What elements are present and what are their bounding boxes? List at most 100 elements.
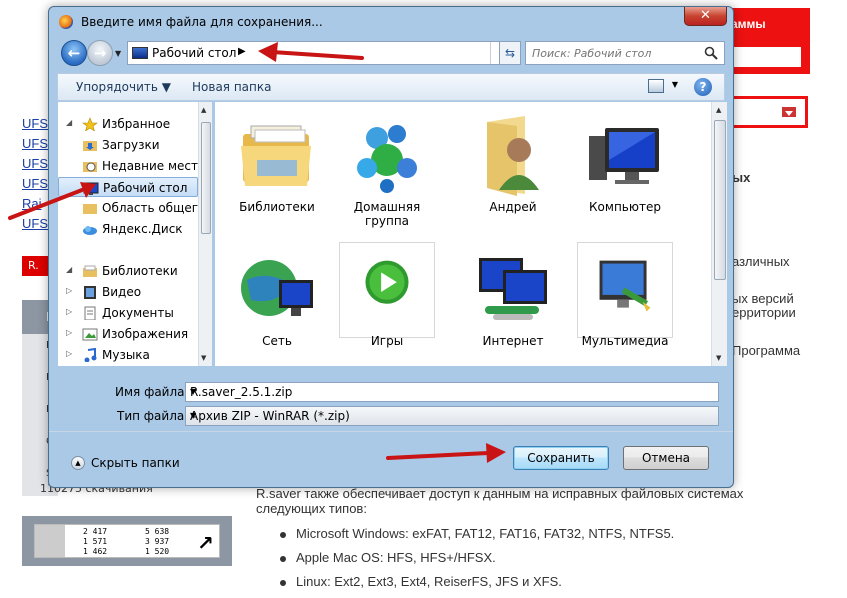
tree-item[interactable]: Недавние места [58,156,205,176]
stats-column-b: 5 638 3 937 1 520 [145,527,169,557]
site-link[interactable]: Rai [22,196,48,216]
stats-card: 2 417 1 571 1 462 5 638 3 937 1 520 ↗ [34,524,220,558]
tree-item[interactable]: Область общего [58,198,205,218]
view-dropdown-icon[interactable]: ▼ [672,80,678,89]
collapsed-arrow-icon[interactable]: ▷ [66,328,72,337]
scrollbar-thumb[interactable] [201,122,211,234]
tree-item[interactable]: ▷ Видео [58,282,198,302]
save-button[interactable]: Сохранить [513,446,609,470]
help-icon[interactable]: ? [694,78,712,96]
site-link[interactable]: UFS [22,216,48,236]
collapsed-arrow-icon[interactable]: ▷ [66,286,72,295]
file-item-multimedia[interactable]: Мультимедиа [577,242,673,362]
close-button[interactable]: ✕ [684,7,727,26]
desktop-icon [132,47,148,59]
cancel-button[interactable]: Отмена [623,446,709,470]
arrow-diagonal-icon: ↗ [197,531,214,555]
search-input[interactable] [532,45,692,61]
scroll-up-icon[interactable]: ▲ [716,106,721,114]
tree-item[interactable]: Загрузки [58,135,198,155]
address-location[interactable]: Рабочий стол [152,46,236,60]
tree-item[interactable]: Яндекс.Диск [58,219,198,239]
file-item-internet[interactable]: Интернет [465,242,561,362]
tree-item[interactable]: ◢ Библиотеки [58,261,198,281]
site-links: UFS UFS UFS UFS Rai UFS [22,116,48,236]
hide-folders-label[interactable]: Скрыть папки [91,456,180,470]
file-view-scrollbar[interactable]: ▲ ▼ [711,102,727,366]
site-link[interactable]: UFS [22,176,48,196]
chevron-right-icon[interactable]: ▶ [238,46,246,57]
download-panel-input[interactable] [729,47,801,67]
tree-item-label[interactable]: Избранное [102,117,170,131]
tree-item-label[interactable]: Изображения [102,327,188,341]
chevron-down-icon[interactable]: ▼ [190,387,714,396]
scroll-down-icon[interactable]: ▼ [716,354,721,362]
chevron-up-icon[interactable]: ▲ [71,456,85,470]
dialog-titlebar[interactable]: Введите имя файла для сохранения... ✕ [49,7,733,37]
search-icon[interactable] [704,46,718,60]
filetype-select[interactable]: Архив ZIP - WinRAR (*.zip) ▼ [185,406,719,426]
tree-item-label[interactable]: Яндекс.Диск [102,222,183,236]
collapsed-arrow-icon[interactable]: ▷ [66,307,72,316]
tree-item[interactable]: ▷ Изображения [58,324,198,344]
download-icon[interactable] [781,105,797,119]
tree-item[interactable]: ▷ Музыка [58,345,198,365]
stats-counter[interactable]: 2 417 1 571 1 462 5 638 3 937 1 520 ↗ [22,516,232,566]
forward-button[interactable]: → [87,40,113,66]
search-box[interactable] [525,41,725,65]
file-item-label: Компьютер [589,200,661,214]
tree-item-label[interactable]: Музыка [102,348,150,362]
file-item-network[interactable]: Сеть [229,242,325,362]
history-dropdown-icon[interactable]: ▼ [115,49,121,58]
file-item-user[interactable]: Андрей [465,108,561,228]
navigation-pane: ◢ Избранное Загрузки Недавние места Рабочий … [58,102,210,366]
right-snippet: ых [732,170,751,185]
computer-icon [589,128,659,184]
scroll-down-icon[interactable]: ▼ [201,354,206,362]
filename-field[interactable]: R.saver_2.5.1.zip ▼ [185,382,719,402]
navigation-bar: ← → ▼ Рабочий стол ▶ ▼ ⇆ [57,39,725,67]
tree-item-label[interactable]: Загрузки [102,138,160,152]
tree-item-label[interactable]: Видео [102,285,141,299]
file-item-computer[interactable]: Компьютер [577,108,673,228]
back-button[interactable]: ← [61,40,87,66]
address-bar[interactable]: Рабочий стол ▶ ▼ [127,41,517,65]
tree-item-label[interactable]: Недавние места [102,159,205,173]
save-form: Имя файла: R.saver_2.5.1.zip ▼ Тип файла… [57,369,725,429]
file-item-libraries[interactable]: Библиотеки [229,108,325,228]
tree-item-label[interactable]: Библиотеки [102,264,178,278]
right-snippet: ерритории [732,305,796,320]
navigation-scrollbar[interactable]: ▲ ▼ [198,102,212,366]
tree-item[interactable]: Рабочий стол [58,177,198,197]
scroll-up-icon[interactable]: ▲ [201,106,206,114]
dialog-title: Введите имя файла для сохранения... [81,15,323,29]
expanded-arrow-icon[interactable]: ◢ [66,118,72,127]
chevron-down-icon[interactable]: ▼ [190,411,714,420]
organize-menu[interactable]: Упорядочить ▼ [76,80,171,94]
refresh-button[interactable]: ⇆ [499,41,521,65]
star-icon [82,117,98,131]
stats-value: 3 937 [145,537,170,546]
site-link[interactable]: UFS [22,136,48,156]
tree-item-label[interactable]: Область общего [102,201,205,215]
tree-item[interactable]: ▷ Документы [58,303,198,323]
change-view-icon[interactable] [648,79,664,93]
scrollbar-thumb[interactable] [714,120,726,280]
tree-item[interactable]: ◢ Избранное [58,114,198,134]
homegroup-icon [357,125,417,193]
stats-value: 5 638 [145,527,170,536]
expanded-arrow-icon[interactable]: ◢ [66,265,72,274]
site-link[interactable]: UFS [22,116,48,136]
file-item-homegroup[interactable]: Домашняя группа [339,108,435,228]
desktop-icon [83,182,99,195]
site-link[interactable]: UFS [22,156,48,176]
stats-value: 2 417 [83,527,108,536]
tree-item-label[interactable]: Рабочий стол [103,181,187,195]
music-icon [84,348,97,362]
tree-item-label[interactable]: Документы [102,306,174,320]
collapsed-arrow-icon[interactable]: ▷ [66,349,72,358]
downloads-folder-icon [83,141,97,151]
file-item-games[interactable]: Игры [339,242,435,362]
stats-value: 1 571 [83,537,108,546]
new-folder-button[interactable]: Новая папка [192,80,271,94]
